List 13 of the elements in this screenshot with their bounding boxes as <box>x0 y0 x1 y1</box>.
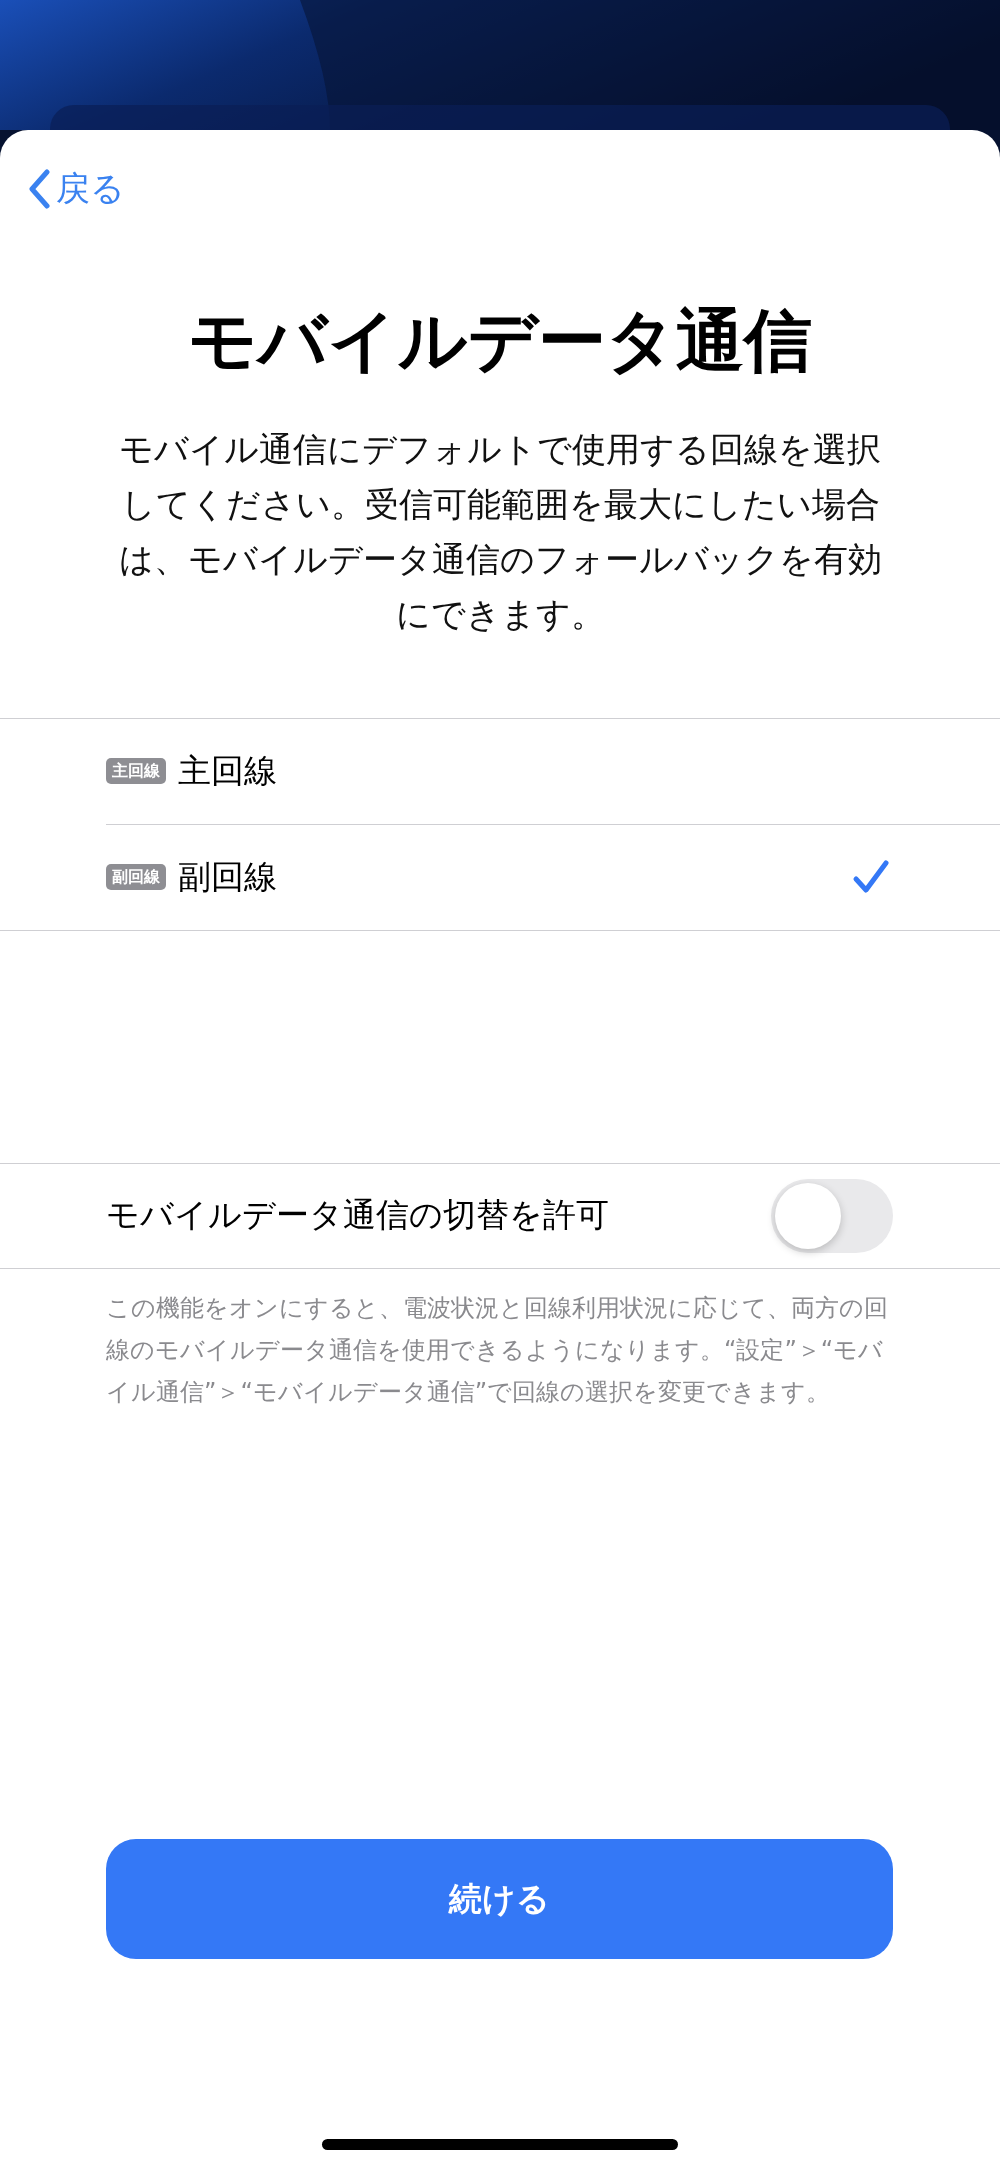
line-label: 副回線 <box>178 855 278 898</box>
chevron-left-icon <box>28 169 50 209</box>
footnote-text: この機能をオンにすると、電波状況と回線利用状況に応じて、両方の回線のモバイルデータ通信を使用できるようになります。“設定”＞“モバイル通信”＞“モバイルデータ通信”で回線の選択を変更できます。 <box>106 1292 889 1408</box>
switch-label: モバイルデータ通信の切替を許可 <box>106 1194 609 1237</box>
description-text: モバイル通信にデフォルトで使用する回線を選択してください。受信可能範囲を最大にしたい場合は、モバイルデータ通信のフォールバックを有効にできます。 <box>117 427 883 636</box>
line-option[interactable]: 主回線 主回線 <box>106 718 1000 824</box>
line-badge: 副回線 <box>106 864 166 891</box>
line-label: 主回線 <box>178 749 278 792</box>
page-title: モバイルデータ通信 <box>187 300 813 382</box>
line-badge: 主回線 <box>106 758 166 785</box>
continue-button[interactable]: 続ける <box>106 1839 893 1959</box>
line-option[interactable]: 副回線 副回線 <box>106 823 1000 930</box>
back-button[interactable]: 戻る <box>28 166 125 212</box>
